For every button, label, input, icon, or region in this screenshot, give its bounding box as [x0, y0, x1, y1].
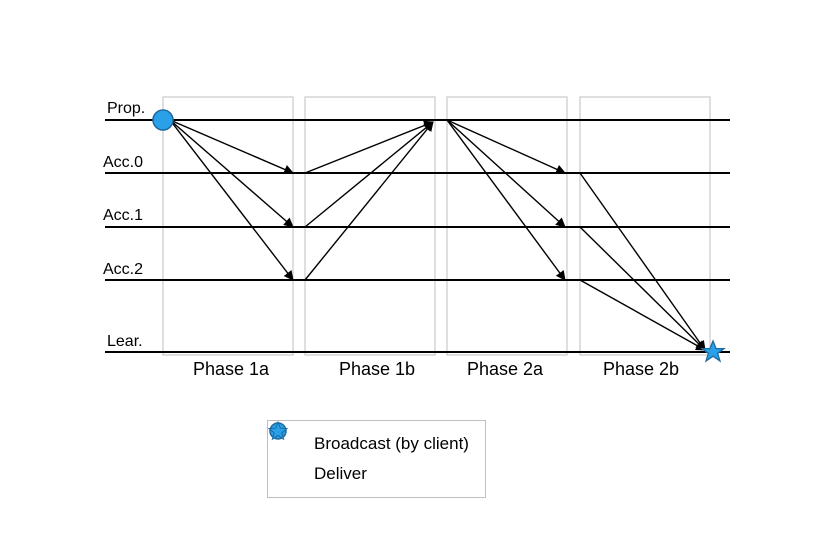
msg-2b-acc2 — [580, 280, 705, 350]
msg-1a-acc2 — [170, 120, 293, 280]
diagram-svg — [0, 0, 837, 556]
msg-1b-acc2 — [305, 122, 433, 280]
msg-2b-acc1 — [580, 227, 705, 350]
msg-1b-acc1 — [305, 122, 433, 227]
msg-2a-acc2 — [447, 120, 565, 280]
msg-1a-acc0 — [170, 120, 293, 173]
deliver-marker — [702, 341, 724, 361]
diagram-container: Prop. Acc.0 Acc.1 Acc.2 Lear. Phase 1a P… — [0, 0, 837, 556]
msg-2b-acc0 — [580, 173, 705, 350]
msg-1b-acc0 — [305, 122, 433, 173]
msg-2a-acc0 — [447, 120, 565, 173]
broadcast-marker — [153, 110, 173, 130]
